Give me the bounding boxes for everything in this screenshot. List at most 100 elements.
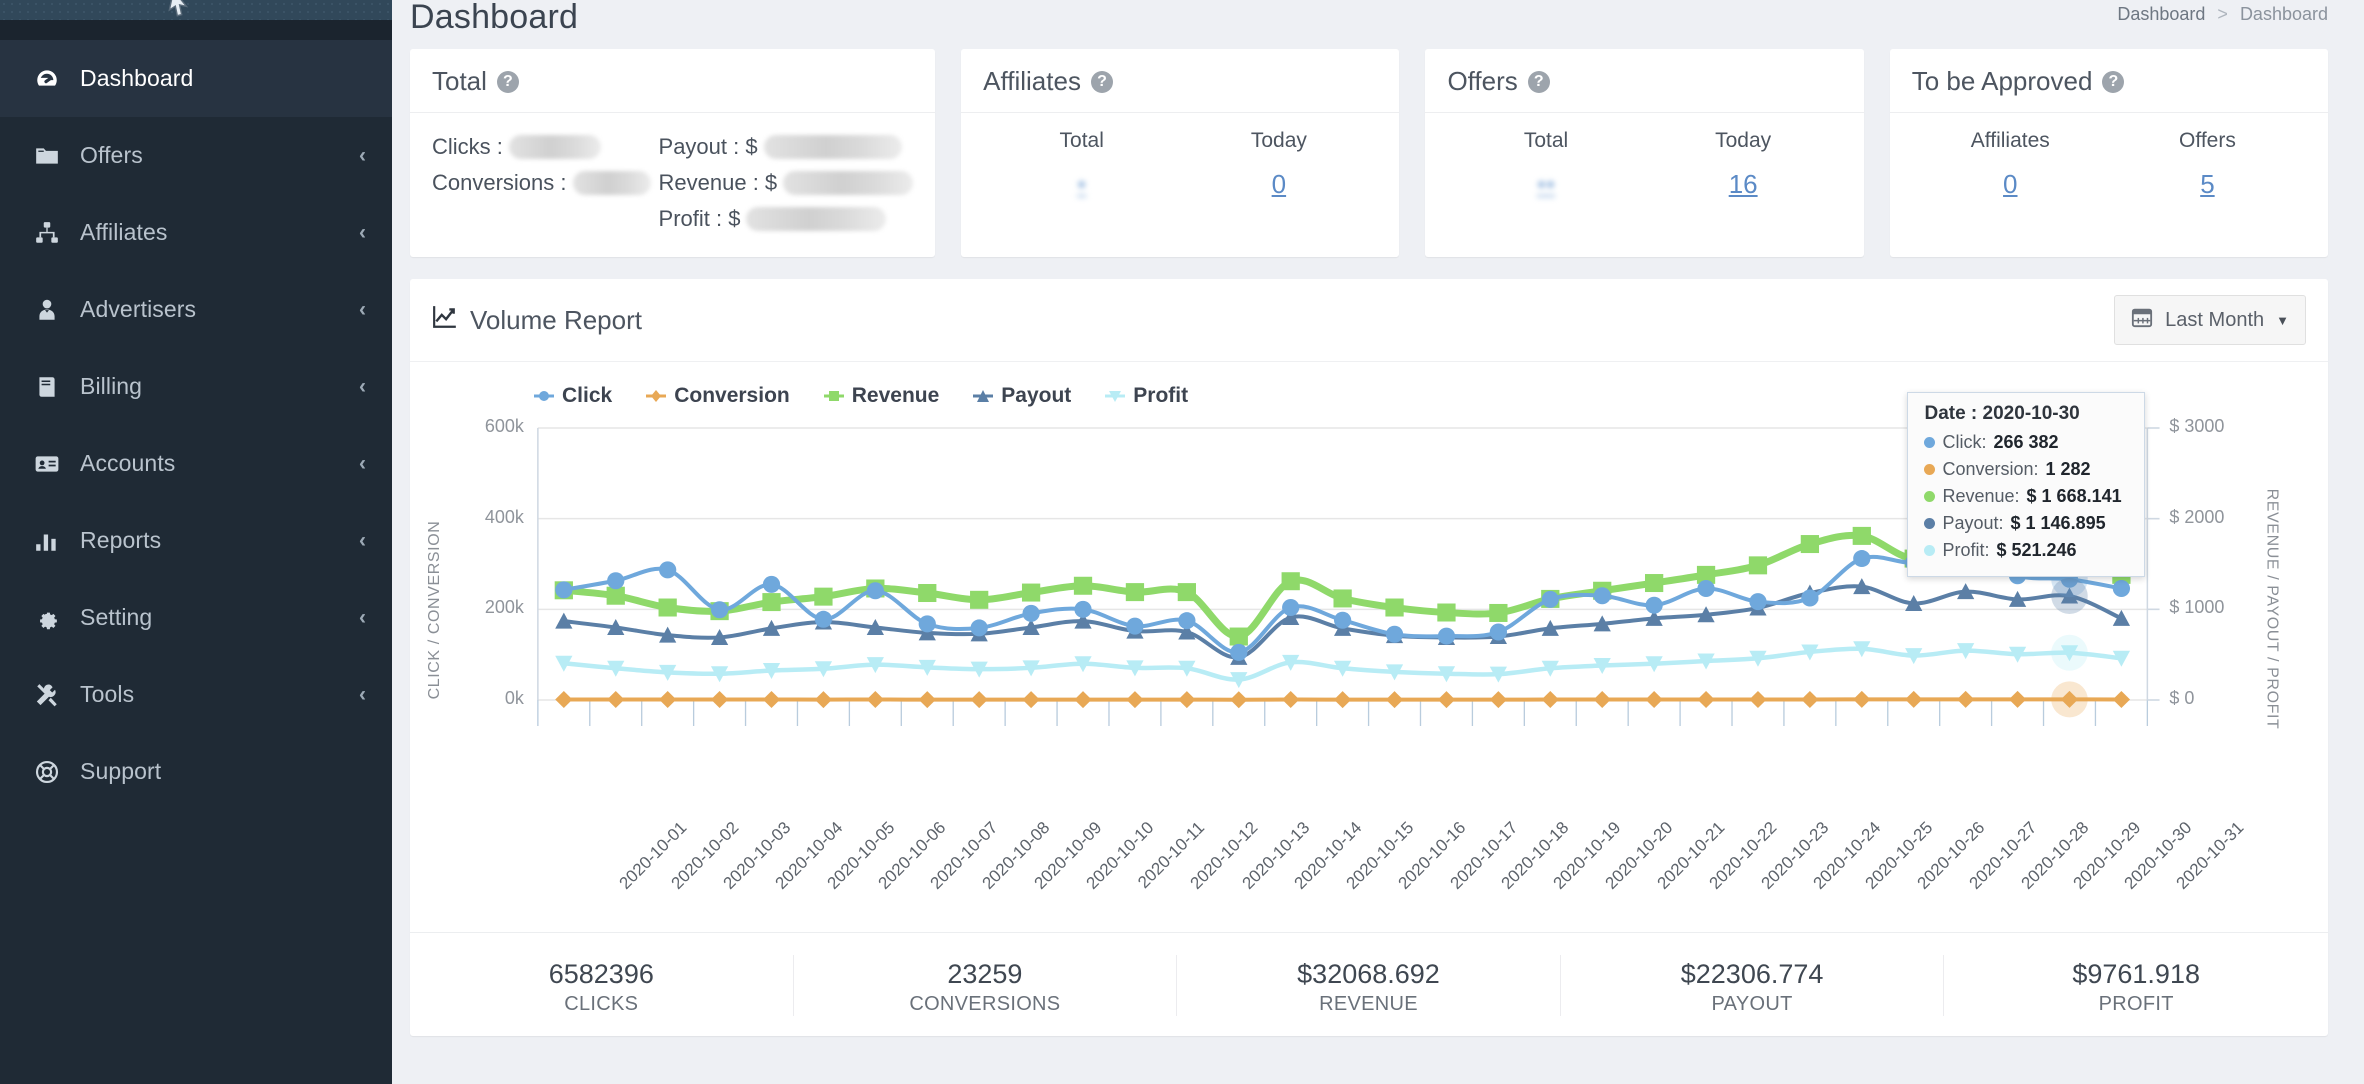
- user-tie-icon: [30, 295, 64, 325]
- line-chart-icon: [432, 304, 458, 337]
- sidebar-nav: Dashboard Offers ‹ Affiliates ‹ Advertisers ‹ B…: [0, 40, 392, 810]
- legend-item-profit[interactable]: Profit: [1105, 384, 1188, 408]
- summary-label: PAYOUT: [1711, 993, 1793, 1015]
- sidebar-item-label: Support: [80, 758, 162, 784]
- total-row: Conversions :: [432, 165, 651, 201]
- calendar-icon: [2131, 306, 2153, 334]
- redacted-value: [746, 207, 887, 231]
- chevron-left-icon: ‹: [359, 452, 366, 475]
- to-be-approved-card-body: Affiliates 0 Offers 5: [1890, 113, 2328, 257]
- y-axis-right-tick: $ 2000: [2169, 506, 2225, 527]
- tooltip-color-dot: [1924, 491, 1936, 502]
- sidebar-item-support[interactable]: Support: [0, 733, 392, 810]
- sidebar-item-label: Tools: [80, 681, 135, 707]
- y-axis-right-tick: $ 0: [2169, 688, 2195, 708]
- sidebar-item-affiliates[interactable]: Affiliates ‹: [0, 194, 392, 271]
- help-icon[interactable]: ?: [1527, 70, 1550, 93]
- help-icon[interactable]: ?: [496, 70, 519, 93]
- sitemap-icon: [30, 218, 64, 248]
- legend-item-click[interactable]: Click: [534, 384, 612, 408]
- id-card-icon: [30, 449, 64, 479]
- summary-label: CONVERSIONS: [909, 993, 1061, 1015]
- tooltip-row: Conversion: 1 282: [1924, 456, 2128, 483]
- sidebar-item-reports[interactable]: Reports ‹: [0, 502, 392, 579]
- legend-marker-triangle-icon: [973, 386, 994, 406]
- y-axis-left-tick: 400k: [484, 506, 524, 527]
- metric-value[interactable]: ••: [1447, 169, 1644, 200]
- total-card-body: Clicks : Conversions : Payout : $ Revenue …: [410, 113, 935, 257]
- summary-label: REVENUE: [1319, 993, 1418, 1015]
- sidebar-item-tools[interactable]: Tools ‹: [0, 656, 392, 733]
- summary-value: 6582396: [548, 959, 654, 989]
- legend-label: Conversion: [674, 384, 790, 407]
- redacted-value: [783, 171, 914, 195]
- stat-card-row: Total ? Clicks : Conversions : Payout : $…: [392, 34, 2364, 257]
- sidebar-item-dashboard[interactable]: Dashboard: [0, 40, 392, 117]
- total-row-label: Profit : $: [658, 206, 741, 231]
- volume-report-panel: Volume Report Last Month ▼ Click Convers…: [410, 279, 2328, 1036]
- sidebar-item-label: Advertisers: [80, 296, 197, 322]
- metric-value[interactable]: 16: [1645, 169, 1842, 200]
- affiliates-card-body: Total • Today 0: [961, 113, 1399, 257]
- help-icon[interactable]: ?: [2102, 70, 2125, 93]
- legend-item-revenue[interactable]: Revenue: [823, 384, 940, 408]
- sidebar-item-accounts[interactable]: Accounts ‹: [0, 425, 392, 502]
- tooltip-row: Profit: $ 521.246: [1924, 537, 2128, 564]
- chevron-left-icon: ‹: [359, 683, 366, 706]
- legend-item-payout[interactable]: Payout: [973, 384, 1071, 408]
- help-icon[interactable]: ?: [1090, 70, 1113, 93]
- sidebar-item-offers[interactable]: Offers ‹: [0, 117, 392, 194]
- legend-item-conversion[interactable]: Conversion: [646, 384, 790, 408]
- sidebar-item-setting[interactable]: Setting ‹: [0, 579, 392, 656]
- date-range-button[interactable]: Last Month ▼: [2114, 295, 2306, 345]
- chevron-left-icon: ‹: [359, 529, 366, 552]
- offers-card-title: Offers: [1447, 66, 1518, 96]
- summary-value: $9761.918: [2072, 959, 2200, 989]
- legend-marker-diamond-icon: [646, 386, 667, 406]
- sidebar-item-label: Dashboard: [80, 65, 194, 91]
- sidebar-item-advertisers[interactable]: Advertisers ‹: [0, 271, 392, 348]
- metric-label: Affiliates: [1970, 129, 2050, 152]
- metric-value[interactable]: •: [983, 169, 1180, 200]
- metric-column: Offers 5: [2109, 129, 2306, 200]
- tooltip-row: Payout: $ 1 146.895: [1924, 510, 2128, 537]
- offers-card-body: Total •• Today 16: [1425, 113, 1863, 257]
- legend-label: Revenue: [851, 384, 940, 407]
- chevron-left-icon: ‹: [359, 144, 366, 167]
- tooltip-color-dot: [1924, 545, 1936, 556]
- metric-column: Today 16: [1645, 129, 1842, 200]
- breadcrumb: Dashboard > Dashboard: [2117, 0, 2328, 28]
- total-row-label: Revenue : $: [658, 170, 778, 195]
- lifebuoy-icon: [30, 757, 64, 787]
- y-axis-left-tick: 0k: [504, 688, 524, 708]
- summary-revenue: $32068.692 REVENUE: [1177, 955, 1561, 1016]
- summary-label: CLICKS: [564, 993, 639, 1015]
- metric-column: Affiliates 0: [1912, 129, 2109, 200]
- redacted-value: [572, 171, 651, 195]
- breadcrumb-root[interactable]: Dashboard: [2117, 4, 2205, 24]
- sidebar-topbar: [0, 0, 392, 20]
- total-card-header: Total ?: [410, 49, 936, 113]
- gauge-icon: [30, 64, 64, 94]
- volume-report-header: Volume Report Last Month ▼: [410, 279, 2328, 362]
- sidebar-item-billing[interactable]: Billing ‹: [0, 348, 392, 425]
- metric-label: Today: [1250, 129, 1307, 152]
- metric-column: Total •: [983, 129, 1180, 200]
- affiliates-card-title: Affiliates: [983, 66, 1081, 96]
- sidebar-item-label: Accounts: [80, 450, 176, 476]
- bar-chart-icon: [30, 526, 64, 556]
- date-range-label: Last Month: [2165, 308, 2265, 331]
- chart-tooltip: Date : 2020-10-30 Click: 266 382 Conversio…: [1907, 392, 2146, 577]
- x-axis-labels: 2020-10-01 2020-10-02 2020-10-03 2020-10-04…: [410, 814, 2328, 932]
- metric-value[interactable]: 0: [1180, 169, 1377, 200]
- chevron-left-icon: ‹: [359, 606, 366, 629]
- metric-value[interactable]: 5: [2109, 169, 2306, 200]
- summary-payout: $22306.774 PAYOUT: [1561, 955, 1945, 1016]
- tooltip-value: 1 282: [2045, 459, 2091, 479]
- metric-value[interactable]: 0: [1912, 169, 2109, 200]
- chevron-left-icon: ‹: [359, 221, 366, 244]
- legend-marker-square-icon: [823, 386, 844, 406]
- total-row: Payout : $: [659, 129, 914, 165]
- affiliates-card: Affiliates ? Total • Today 0: [961, 49, 1400, 257]
- legend-marker-down-triangle-icon: [1105, 386, 1126, 406]
